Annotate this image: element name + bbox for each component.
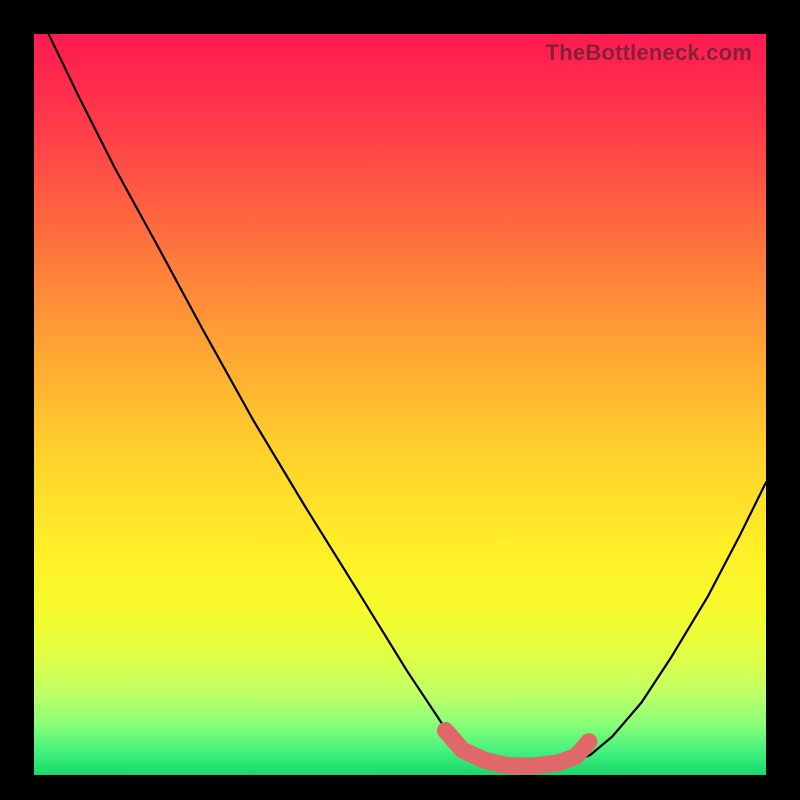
curve-layer	[34, 34, 766, 775]
chart-frame: TheBottleneck.com	[0, 0, 800, 800]
bottleneck-curve	[49, 34, 766, 769]
highlight-marker	[445, 731, 589, 767]
plot-area: TheBottleneck.com	[34, 34, 766, 775]
